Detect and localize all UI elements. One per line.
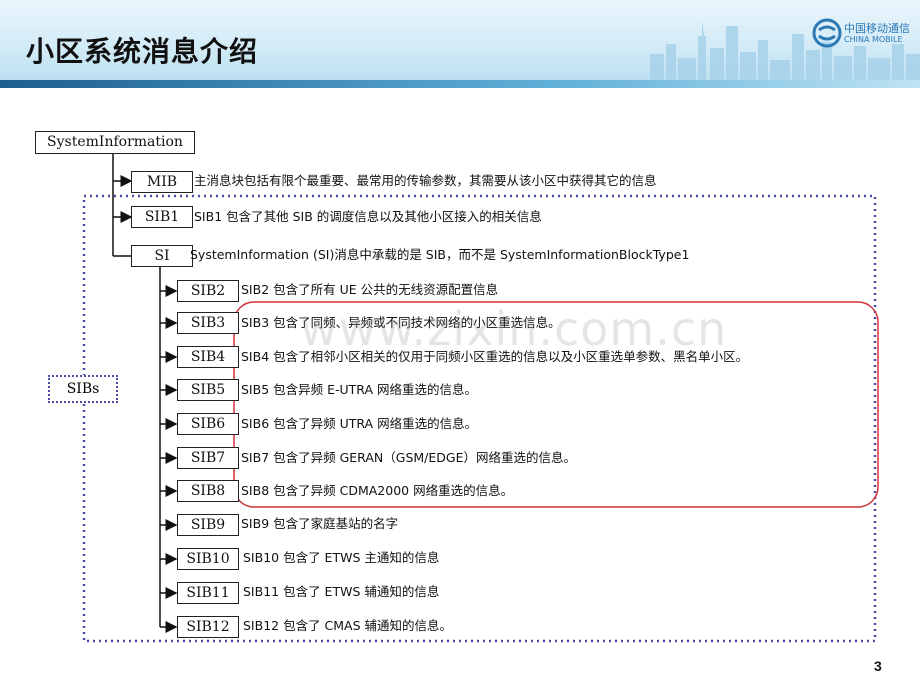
mib-box: MIB (131, 171, 193, 193)
sib7-box: SIB7 (177, 447, 239, 469)
sib4-box: SIB4 (177, 346, 239, 368)
sib9-description: SIB9 包含了家庭基站的名字 (241, 516, 399, 531)
sib3-box: SIB3 (177, 312, 239, 334)
sib9-box: SIB9 (177, 514, 239, 536)
sib7-description: SIB7 包含了异频 GERAN（GSM/EDGE）网络重选的信息。 (241, 450, 576, 465)
sib1-description: SIB1 包含了其他 SIB 的调度信息以及其他小区接入的相关信息 (194, 209, 542, 224)
si-description: SystemInformation (SI)消息中承载的是 SIB，而不是 Sy… (190, 247, 690, 262)
sibs-label-box: SIBs (48, 375, 118, 403)
sib5-box: SIB5 (177, 379, 239, 401)
mib-description: 主消息块包括有限个最重要、最常用的传输参数，其需要从该小区中获得其它的信息 (194, 173, 657, 188)
sib11-box: SIB11 (177, 582, 239, 604)
system-information-diagram: SystemInformation SIBs MIB 主消息块包括有限个最重要、… (0, 0, 920, 690)
sib8-box: SIB8 (177, 480, 239, 502)
sib8-description: SIB8 包含了异频 CDMA2000 网络重选的信息。 (241, 483, 514, 498)
sib10-description: SIB10 包含了 ETWS 主通知的信息 (243, 550, 440, 565)
page-number: 3 (874, 658, 882, 674)
sib1-box: SIB1 (131, 206, 193, 228)
sib12-box: SIB12 (177, 616, 239, 638)
root-system-information-box: SystemInformation (35, 131, 195, 154)
sib6-description: SIB6 包含了异频 UTRA 网络重选的信息。 (241, 416, 478, 431)
sib6-box: SIB6 (177, 413, 239, 435)
sib10-box: SIB10 (177, 548, 239, 570)
si-box: SI (131, 245, 193, 267)
watermark-text: www.zixin.com.cn (300, 302, 728, 356)
sib2-description: SIB2 包含了所有 UE 公共的无线资源配置信息 (241, 282, 499, 297)
sib12-description: SIB12 包含了 CMAS 辅通知的信息。 (243, 618, 453, 633)
sib2-box: SIB2 (177, 280, 239, 302)
sib5-description: SIB5 包含异频 E-UTRA 网络重选的信息。 (241, 382, 477, 397)
sib11-description: SIB11 包含了 ETWS 辅通知的信息 (243, 584, 440, 599)
